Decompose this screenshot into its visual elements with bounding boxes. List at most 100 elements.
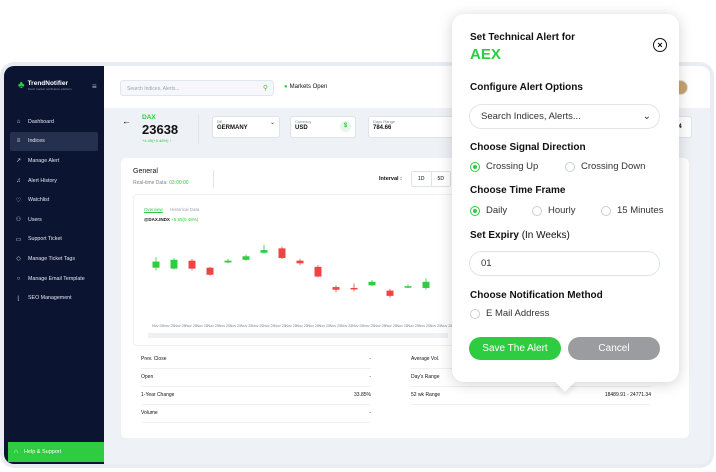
close-icon[interactable]: × (653, 38, 667, 52)
radio-email[interactable]: E Mail Address (470, 308, 549, 319)
radio-daily[interactable]: Daily (470, 205, 507, 216)
sidebar-item-users[interactable]: ⚇ Users (10, 210, 98, 230)
country-select[interactable]: DE GERMANY ⌄ (212, 116, 280, 138)
symbol-name: @DAX.INDX (144, 217, 170, 222)
interval-selector[interactable]: 1D 5D (411, 171, 451, 187)
candle-body (242, 256, 250, 260)
timeframe-heading: Choose Time Frame (470, 185, 566, 196)
chart-symbol: @DAX.INDX +5.55(0.48%) (144, 217, 198, 222)
expiry-unit: (In Weeks) (521, 230, 570, 241)
direction-heading: Choose Signal Direction (470, 142, 586, 153)
realtime-time: 03:00:00 (169, 180, 189, 186)
alert-search-select[interactable]: Search Indices, Alerts... ⌄ (469, 104, 660, 129)
sidebar-item-indices[interactable]: ≡ Indices (10, 131, 98, 152)
radio-15-minutes[interactable]: 15 Minutes (601, 205, 663, 216)
interval-1d[interactable]: 1D (412, 172, 431, 186)
candle-body (296, 260, 304, 264)
save-alert-button[interactable]: Save The Alert (469, 337, 561, 360)
popup-symbol: AEX (470, 46, 501, 63)
sidebar-item-label: Indices (28, 138, 45, 145)
sidebar-item-support-ticket[interactable]: ▭ Support Ticket (10, 230, 98, 250)
chart-tabs: Overview Historical Data (144, 207, 199, 212)
currency-box: Currency USD $ (290, 116, 356, 138)
chart-scrollbar[interactable] (148, 333, 448, 338)
interval-5d[interactable]: 5D (430, 172, 451, 186)
x-tick-label: Nov 25 (285, 324, 296, 328)
sidebar-item-manage-alert[interactable]: ↗ Manage Alert (10, 151, 98, 171)
days-range-box: Days Range 784.66 (368, 116, 458, 138)
candle-body (314, 266, 322, 277)
sidebar-item-seo-management[interactable]: ⌊ SEO Management (10, 288, 98, 308)
days-range-value: 784.66 (373, 125, 392, 131)
radio-icon (565, 161, 575, 172)
stat-value: 33.85% (354, 392, 371, 398)
radio-hourly[interactable]: Hourly (532, 205, 575, 216)
candle-body (386, 290, 394, 296)
x-tick-label: Nov 25 (163, 324, 174, 328)
stat-row: 1-Year Change 33.85% (141, 386, 371, 405)
realtime-label: Real-time Data: (133, 180, 168, 186)
x-tick-label: Nov 25 (241, 324, 252, 328)
radio-selected-icon (470, 205, 480, 216)
search-input[interactable]: Search Indices, Alerts... ⚲ (120, 80, 274, 96)
x-tick-label: Nov 25 (319, 324, 330, 328)
alert-popup: Set Technical Alert for AEX × Configure … (452, 14, 679, 382)
stat-label: Day's Range (411, 374, 440, 380)
expiry-input[interactable]: 01 (469, 251, 660, 276)
sidebar-item-label: Manage Alert (28, 157, 60, 164)
x-tick-label: Nov 25 (230, 324, 241, 328)
stat-label: 1-Year Change (141, 392, 175, 398)
sidebar-item-label: Manage Email Template (28, 275, 85, 282)
sidebar-item-dashboard[interactable]: ⌂ Dashboard (10, 112, 98, 132)
symbol-change: +5.55(0.48%) (171, 217, 199, 222)
search-icon[interactable]: ⚲ (263, 81, 268, 97)
radio-crossing-down[interactable]: Crossing Down (565, 161, 645, 172)
notification-heading: Choose Notification Method (470, 290, 603, 301)
stat-row: Prev. Close - (141, 350, 371, 369)
back-arrow-icon[interactable]: ← (122, 116, 131, 126)
x-tick-label: Nov 25 (341, 324, 352, 328)
x-tick-label: Nov 25 (296, 324, 307, 328)
logo: ♣ TrendNotifier Stock market notification… (18, 80, 72, 91)
leaf-icon: ♣ (18, 80, 25, 91)
hamburger-menu-icon[interactable]: ≡ (92, 82, 97, 91)
radio-crossing-up[interactable]: Crossing Up (470, 161, 538, 172)
divider (213, 170, 214, 188)
stat-value: - (369, 374, 371, 380)
sidebar-item-label: Users (28, 216, 42, 223)
radio-selected-icon (470, 161, 480, 172)
help-support-button[interactable]: ∩ Help & Support (8, 442, 104, 462)
x-tick-label: Nov 25 (441, 324, 452, 328)
radio-label: Daily (486, 205, 508, 216)
sidebar-item-alert-history[interactable]: ♫ Alert History (10, 171, 98, 191)
x-tick-label: Nov 25 (196, 324, 207, 328)
cancel-button[interactable]: Cancel (568, 337, 660, 360)
stat-label: Open (141, 374, 154, 380)
stat-label: 52 wk Range (411, 392, 441, 398)
sidebar-item-label: Support Ticket (28, 236, 62, 243)
radio-label: Crossing Down (581, 161, 646, 172)
stat-row: Open - (141, 368, 371, 387)
x-tick-label: Nov 25 (352, 324, 363, 328)
x-tick-label: Nov 25 (252, 324, 263, 328)
candle-body (332, 287, 340, 290)
sidebar-item-manage-ticket-tags[interactable]: ◇ Manage Ticket Tags (10, 249, 98, 269)
stat-row: Volume - (141, 404, 371, 423)
brand-tagline: Stock market notification platform (27, 87, 72, 91)
x-tick-label: Nov 25 (152, 324, 163, 328)
sidebar-item-manage-email-template[interactable]: ○ Manage Email Template (10, 269, 98, 289)
x-tick-label: Nov 25 (308, 324, 319, 328)
sidebar-item-watchlist[interactable]: ♡ Watchlist (10, 190, 98, 210)
headset-icon: ∩ (14, 449, 18, 455)
sidebar-item-label: SEO Management (28, 295, 72, 302)
x-tick-label: Nov 25 (185, 324, 196, 328)
popup-title: Set Technical Alert for (470, 32, 576, 43)
stat-label: Average Vol. (411, 356, 440, 362)
market-status-label: Markets Open (289, 84, 328, 90)
stat-value: - (369, 356, 371, 362)
x-tick-label: Nov 25 (430, 324, 441, 328)
chevron-down-icon: ⌄ (642, 111, 651, 122)
x-tick-label: Nov 25 (374, 324, 385, 328)
tab-overview[interactable]: Overview (144, 207, 163, 212)
tab-historical-data[interactable]: Historical Data (170, 207, 199, 212)
